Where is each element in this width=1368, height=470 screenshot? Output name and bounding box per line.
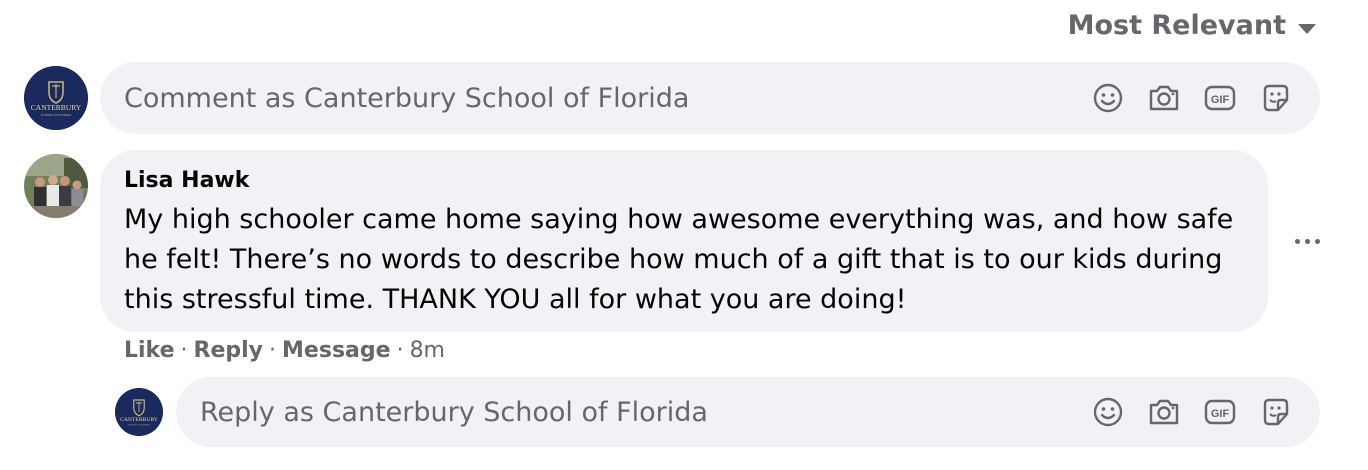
comment-bubble: Lisa Hawk My high schooler came home say… [100,150,1268,332]
camera-icon[interactable] [1146,80,1182,116]
svg-text:CANTERBURY: CANTERBURY [120,417,158,423]
comment-composer[interactable]: Comment as Canterbury School of Florida … [100,62,1320,134]
chevron-down-icon [1298,23,1316,34]
comment-text: My high schooler came home saying how aw… [124,204,1234,315]
emoji-icon[interactable] [1090,394,1126,430]
school-logo: CANTERBURY SCHOOL OF FLORIDA [115,388,163,436]
school-avatar[interactable]: CANTERBURY SCHOOL OF FLORIDA [24,66,88,130]
emoji-icon[interactable] [1090,80,1126,116]
svg-text:GIF: GIF [1211,94,1230,106]
svg-text:SCHOOL OF FLORIDA: SCHOOL OF FLORIDA [128,424,151,427]
separator: · [269,338,277,363]
sticker-icon[interactable] [1258,80,1294,116]
message-button[interactable]: Message [282,338,391,363]
svg-text:GIF: GIF [1211,408,1230,420]
svg-text:CANTERBURY: CANTERBURY [31,103,82,112]
camera-icon[interactable] [1146,394,1182,430]
gif-icon[interactable]: GIF [1202,394,1238,430]
sort-dropdown[interactable]: Most Relevant [1068,10,1316,41]
like-button[interactable]: Like [124,338,175,363]
comment-timestamp[interactable]: 8m [410,338,445,363]
comment-author[interactable]: Lisa Hawk [124,168,249,193]
profile-photo [24,154,88,218]
reply-composer[interactable]: Reply as Canterbury School of Florida GI… [176,377,1320,447]
reply-button[interactable]: Reply [194,338,264,363]
reply-school-avatar[interactable]: CANTERBURY SCHOOL OF FLORIDA [115,388,163,436]
separator: · [396,338,404,363]
comment-input[interactable]: Comment as Canterbury School of Florida [100,83,1090,114]
sort-label: Most Relevant [1067,10,1286,41]
separator: · [180,338,188,363]
comment-actions: Like · Reply · Message · 8m [124,338,445,363]
more-options-icon[interactable] [1290,226,1324,256]
school-logo: CANTERBURY SCHOOL OF FLORIDA [24,66,88,130]
sticker-icon[interactable] [1258,394,1294,430]
gif-icon[interactable]: GIF [1202,80,1238,116]
svg-text:SCHOOL OF FLORIDA: SCHOOL OF FLORIDA [41,113,72,117]
reply-input[interactable]: Reply as Canterbury School of Florida [176,397,1090,428]
commenter-avatar[interactable] [24,154,88,218]
